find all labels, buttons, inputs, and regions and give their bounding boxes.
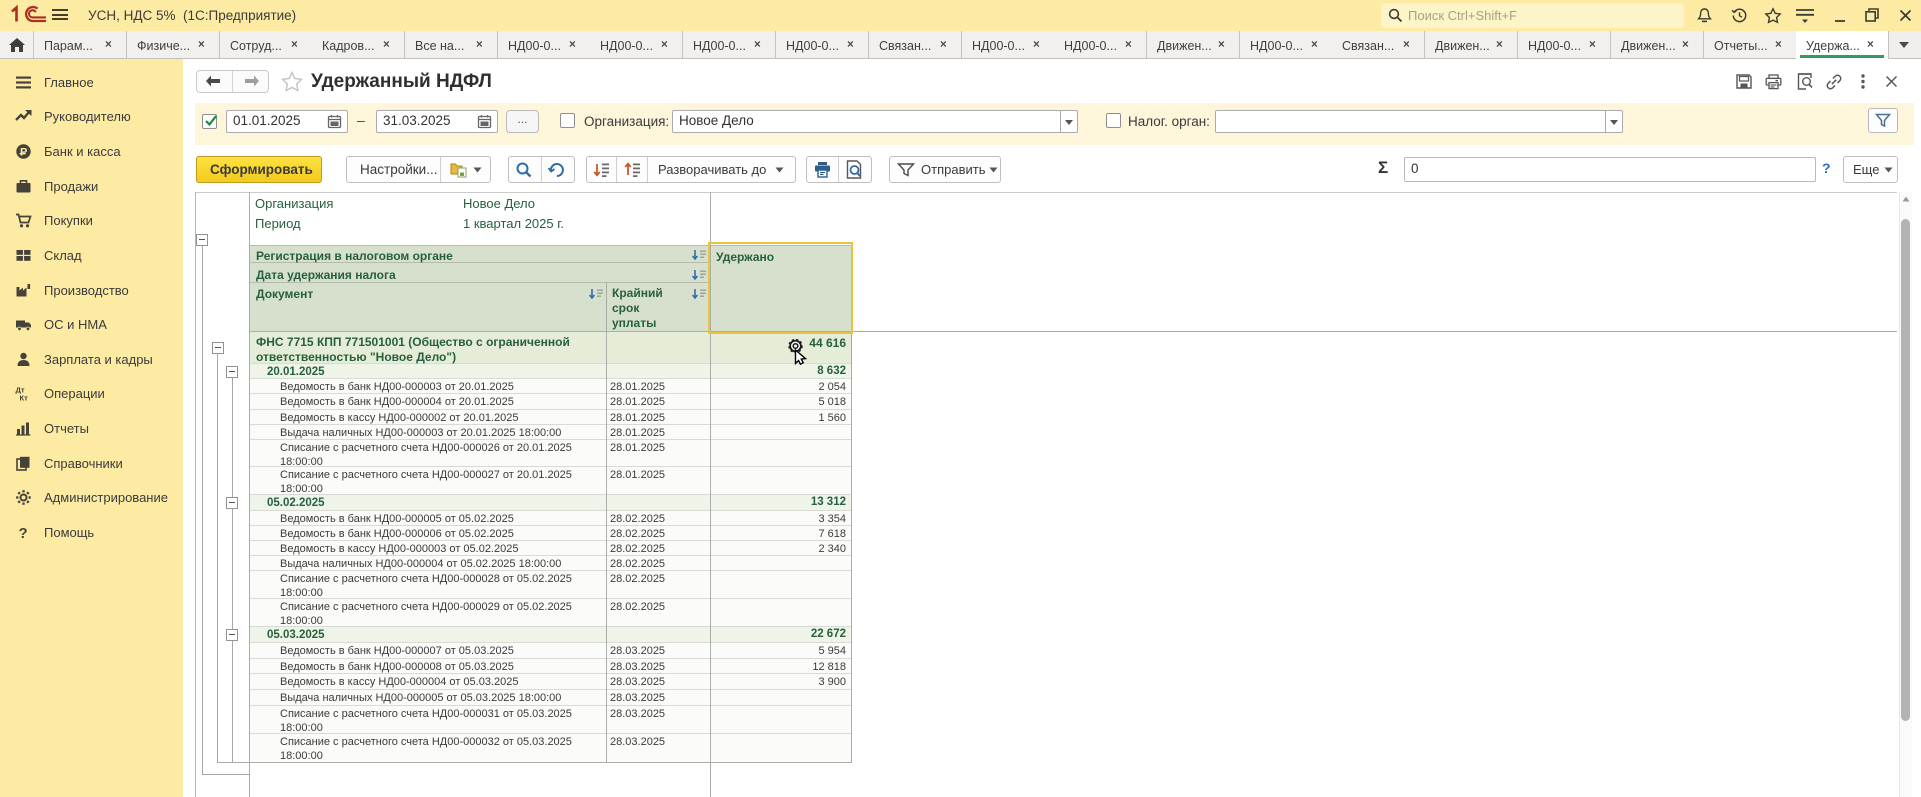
svg-text:Кт: Кт — [20, 394, 29, 403]
svg-text:?: ? — [19, 525, 28, 541]
svg-text:P: P — [20, 147, 27, 159]
